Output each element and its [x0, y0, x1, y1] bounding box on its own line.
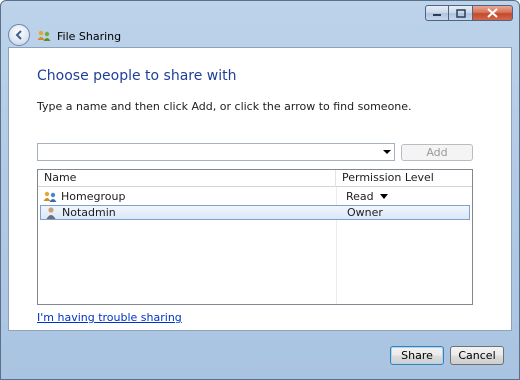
window-title: File Sharing	[57, 30, 122, 43]
title-bar: File Sharing	[1, 24, 519, 47]
add-button-label: Add	[426, 146, 448, 159]
share-button[interactable]: Share	[390, 346, 444, 365]
people-list: Name Permission Level Homegroup Read Not…	[37, 169, 473, 305]
back-button[interactable]	[8, 24, 30, 46]
permission-dropdown[interactable]: Read	[346, 190, 388, 203]
add-button[interactable]: Add	[401, 144, 473, 161]
instructions-text: Type a name and then click Add, or click…	[37, 100, 412, 113]
cancel-button-label: Cancel	[458, 349, 496, 362]
homegroup-icon	[43, 191, 57, 202]
minimize-button[interactable]	[425, 5, 449, 21]
close-button[interactable]	[473, 5, 513, 21]
list-header: Name Permission Level	[38, 170, 472, 187]
back-arrow-icon	[15, 30, 22, 40]
list-row-homegroup[interactable]: Homegroup Read	[40, 189, 470, 204]
minimize-icon	[433, 14, 441, 16]
permission-arrow-icon[interactable]	[379, 193, 388, 200]
close-icon	[487, 8, 498, 18]
row-name: Homegroup	[61, 190, 126, 203]
column-header-permission[interactable]: Permission Level	[336, 170, 472, 187]
permission-value: Read	[346, 190, 374, 203]
file-sharing-window: File Sharing Choose people to share with…	[0, 0, 520, 380]
file-sharing-icon	[37, 30, 51, 41]
row-name: Notadmin	[62, 206, 116, 219]
permission-value: Owner	[347, 206, 383, 219]
content-panel: Choose people to share with Type a name …	[8, 47, 512, 331]
maximize-button[interactable]	[449, 5, 473, 21]
list-row-notadmin[interactable]: Notadmin Owner	[40, 205, 470, 220]
column-header-name[interactable]: Name	[38, 170, 336, 187]
dropdown-arrow-icon[interactable]	[383, 148, 391, 156]
share-button-label: Share	[401, 349, 433, 362]
maximize-icon	[455, 8, 466, 18]
user-icon	[46, 206, 56, 219]
caption-buttons	[425, 5, 513, 21]
trouble-sharing-link[interactable]: I'm having trouble sharing	[37, 311, 182, 324]
name-combobox[interactable]	[37, 143, 395, 161]
cancel-button[interactable]: Cancel	[450, 346, 504, 365]
page-heading: Choose people to share with	[37, 68, 237, 84]
